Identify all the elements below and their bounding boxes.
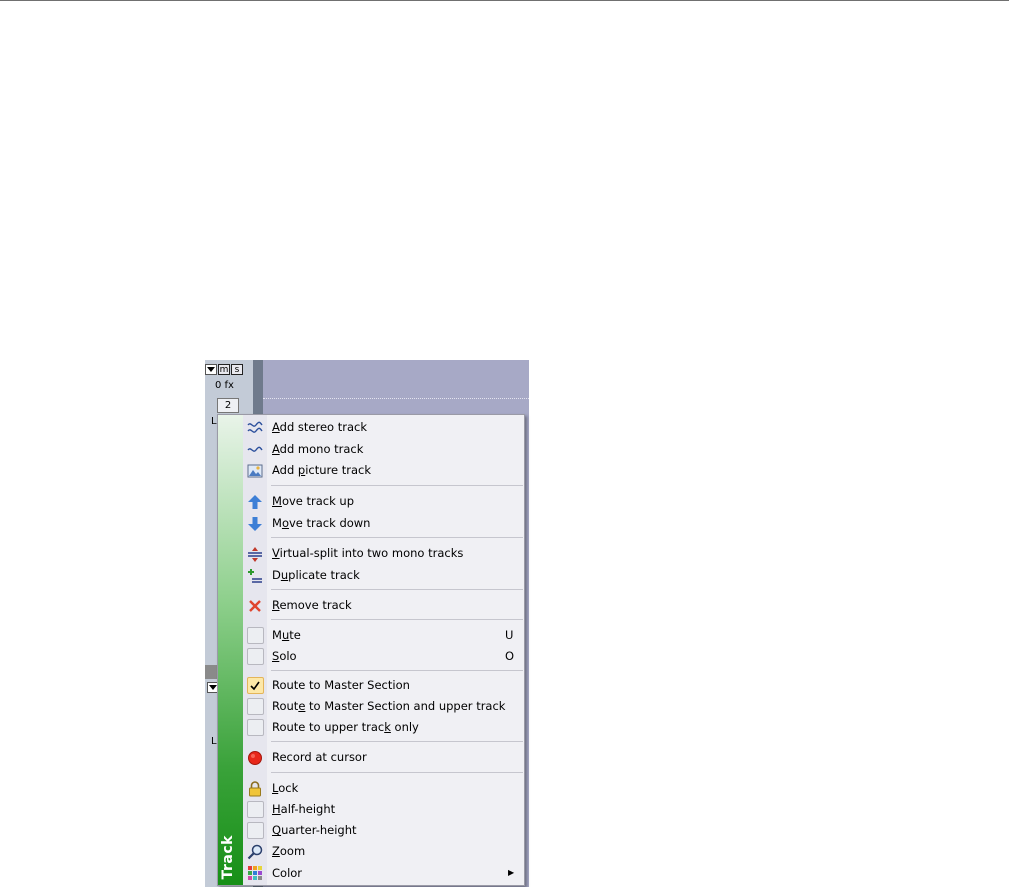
solo-checkbox (246, 648, 264, 665)
mono-wave-icon (246, 441, 264, 458)
menu-item-virtual-split[interactable]: Virtual-split into two mono tracks (243, 543, 524, 564)
track-controls: m s (205, 364, 243, 376)
record-icon (246, 749, 264, 766)
track-number[interactable]: 2 (217, 398, 239, 413)
route-upper-checkbox (246, 719, 264, 736)
menu-item-move-track-up[interactable]: Move track up (243, 491, 524, 512)
menu-separator (271, 772, 523, 773)
triangle-down-icon (207, 367, 215, 372)
split-icon (246, 545, 264, 562)
menu-item-add-picture-track[interactable]: Add picture track (243, 460, 524, 481)
solo-button[interactable]: s (231, 364, 243, 375)
track-context-menu: Track Add stereo track Add mono track Ad… (217, 414, 525, 886)
track-menu-button[interactable] (205, 364, 217, 375)
mute-button[interactable]: m (218, 364, 230, 375)
picture-icon (246, 462, 264, 479)
top-border (0, 0, 1009, 1)
menu-item-move-track-down[interactable]: Move track down (243, 513, 524, 534)
menu-item-route-to-upper-only[interactable]: Route to upper track only (243, 717, 524, 738)
half-height-checkbox (246, 801, 264, 818)
arrow-down-icon (246, 515, 264, 532)
menu-item-mute[interactable]: Mute U (243, 625, 524, 646)
waveform-centerline (263, 398, 529, 399)
zoom-icon (246, 843, 264, 860)
mute-checkbox (246, 627, 264, 644)
lock-icon (246, 780, 264, 797)
menu-separator (271, 537, 523, 538)
menu-item-lock[interactable]: Lock (243, 778, 524, 799)
stereo-wave-icon (246, 419, 264, 436)
route-master-upper-checkbox (246, 698, 264, 715)
menu-item-route-to-master-and-upper[interactable]: Route to Master Section and upper track (243, 696, 524, 717)
menu-item-duplicate-track[interactable]: Duplicate track (243, 565, 524, 586)
submenu-arrow-icon: ▶ (508, 868, 515, 877)
menu-item-zoom[interactable]: Zoom (243, 841, 524, 862)
menu-item-route-to-master[interactable]: Route to Master Section (243, 675, 524, 696)
next-level-label: L (211, 736, 217, 747)
menu-item-add-stereo-track[interactable]: Add stereo track (243, 417, 524, 438)
menu-item-color[interactable]: Color ▶ (243, 863, 524, 884)
menu-separator (271, 485, 523, 486)
menu-item-quarter-height[interactable]: Quarter-height (243, 820, 524, 841)
menu-separator (271, 619, 523, 620)
menu-item-add-mono-track[interactable]: Add mono track (243, 439, 524, 460)
duplicate-icon (246, 567, 264, 584)
level-label: L (211, 416, 217, 427)
fx-count[interactable]: 0 fx (215, 380, 234, 391)
color-grid-icon (246, 865, 264, 882)
menu-item-remove-track[interactable]: Remove track (243, 595, 524, 616)
arrow-up-icon (246, 493, 264, 510)
menu-separator (271, 670, 523, 671)
menu-separator (271, 741, 523, 742)
mute-shortcut: U (505, 628, 514, 642)
menu-banner-title: Track (220, 834, 236, 879)
menu-banner: Track (218, 415, 243, 885)
checkmark-icon (250, 681, 260, 690)
route-master-checkbox (246, 677, 264, 694)
menu-item-half-height[interactable]: Half-height (243, 799, 524, 820)
remove-x-icon (246, 597, 264, 614)
quarter-height-checkbox (246, 822, 264, 839)
menu-item-record-at-cursor[interactable]: Record at cursor (243, 747, 524, 768)
solo-shortcut: O (505, 649, 515, 663)
menu-separator (271, 589, 523, 590)
menu-item-solo[interactable]: Solo O (243, 646, 524, 667)
